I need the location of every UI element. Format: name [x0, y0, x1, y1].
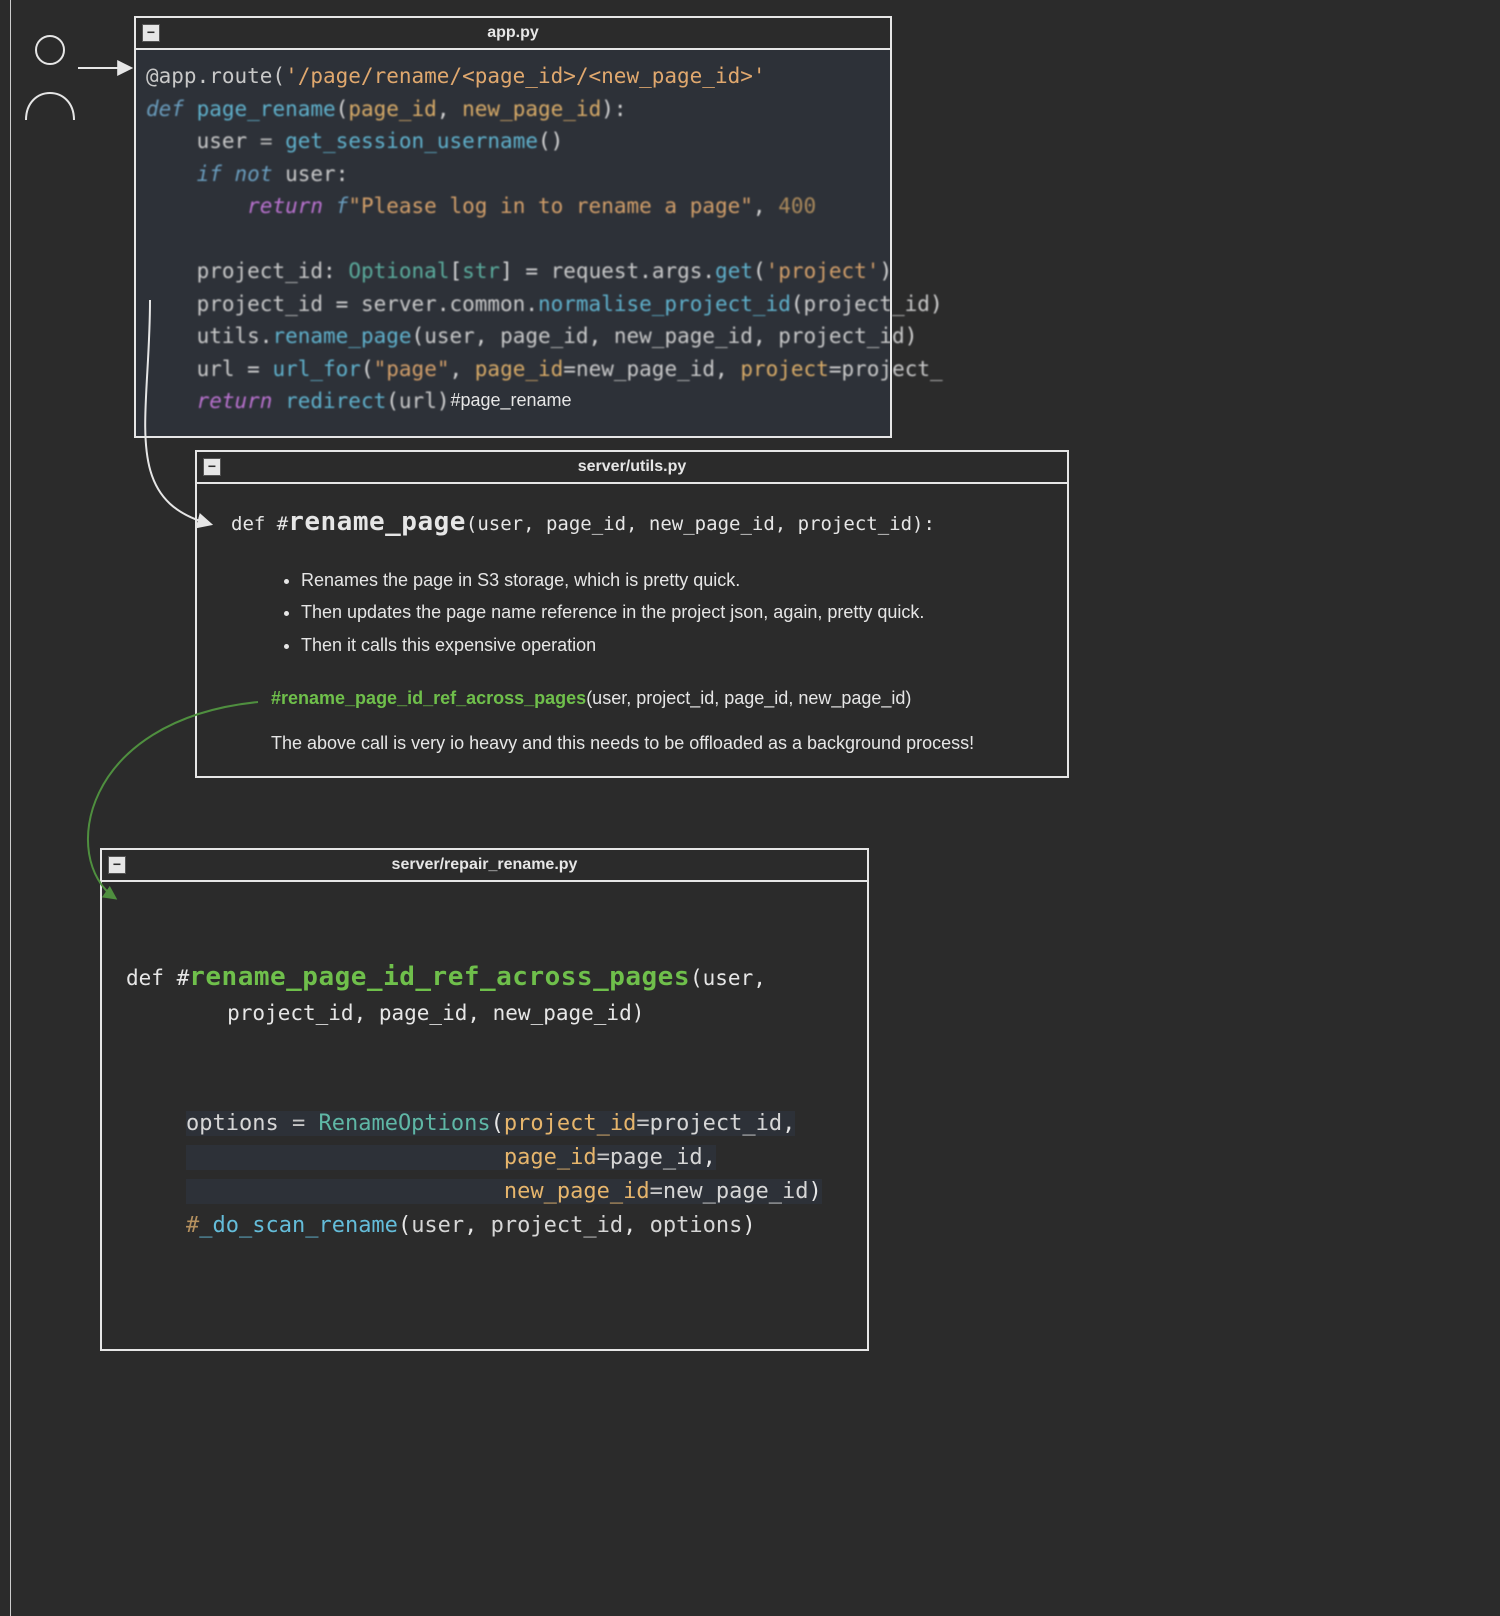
- code-line: project_id: Optional[str] = request.args…: [146, 255, 876, 288]
- user-icon: [20, 32, 80, 122]
- panel-header: − server/repair_rename.py: [102, 850, 867, 882]
- code-block-repair: options = RenameOptions(project_id=proje…: [186, 1107, 853, 1243]
- list-item: Then it calls this expensive operation: [301, 631, 1053, 660]
- code-line: user = get_session_username(): [146, 125, 876, 158]
- expensive-call: #rename_page_id_ref_across_pages(user, p…: [271, 684, 1053, 713]
- note-io-heavy: The above call is very io heavy and this…: [271, 729, 1053, 758]
- list-item: Then updates the page name reference in …: [301, 598, 1053, 627]
- function-name-rename-page: rename_page: [288, 507, 466, 537]
- left-margin-line: [10, 0, 11, 1616]
- ref-rename-across-pages: #rename_page_id_ref_across_pages: [271, 688, 586, 708]
- code-line: def page_rename(page_id, new_page_id):: [146, 93, 876, 126]
- collapse-icon[interactable]: −: [203, 458, 221, 476]
- panel-body-utils: def #rename_page(user, page_id, new_page…: [197, 484, 1067, 776]
- panel-utils-py: − server/utils.py def #rename_page(user,…: [195, 450, 1069, 778]
- code-line: return f"Please log in to rename a page"…: [146, 190, 876, 223]
- code-line: [146, 223, 876, 256]
- code-block-app-py: @app.route('/page/rename/<page_id>/<new_…: [136, 50, 890, 436]
- panel-title: app.py: [487, 24, 539, 41]
- code-line: if not user:: [146, 158, 876, 191]
- function-name-rename-across-pages: rename_page_id_ref_across_pages: [189, 962, 690, 992]
- function-signature: def #rename_page(user, page_id, new_page…: [231, 502, 1053, 544]
- code-line: url = url_for("page", page_id=new_page_i…: [146, 353, 876, 386]
- code-line: utils.rename_page(user, page_id, new_pag…: [146, 320, 876, 353]
- panel-title: server/repair_rename.py: [392, 856, 578, 873]
- list-item: Renames the page in S3 storage, which is…: [301, 566, 1053, 595]
- panel-header: − app.py: [136, 18, 890, 50]
- panel-title: server/utils.py: [578, 458, 687, 475]
- code-line: @app.route('/page/rename/<page_id>/<new_…: [146, 60, 876, 93]
- panel-header: − server/utils.py: [197, 452, 1067, 484]
- code-line: project_id = server.common.normalise_pro…: [146, 288, 876, 321]
- description-list: Renames the page in S3 storage, which is…: [301, 566, 1053, 660]
- code-line: options = RenameOptions(project_id=proje…: [186, 1107, 853, 1141]
- code-line: page_id=page_id,: [186, 1141, 853, 1175]
- panel-caption: #page_rename: [134, 390, 888, 411]
- code-line: new_page_id=new_page_id): [186, 1175, 853, 1209]
- collapse-icon[interactable]: −: [142, 24, 160, 42]
- panel-repair-rename-py: − server/repair_rename.py def #rename_pa…: [100, 848, 869, 1351]
- function-signature: def #rename_page_id_ref_across_pages(use…: [126, 957, 853, 1030]
- panel-body-repair: def #rename_page_id_ref_across_pages(use…: [102, 882, 867, 1349]
- panel-app-py: − app.py @app.route('/page/rename/<page_…: [134, 16, 892, 438]
- code-line: #_do_scan_rename(user, project_id, optio…: [186, 1209, 853, 1243]
- collapse-icon[interactable]: −: [108, 856, 126, 874]
